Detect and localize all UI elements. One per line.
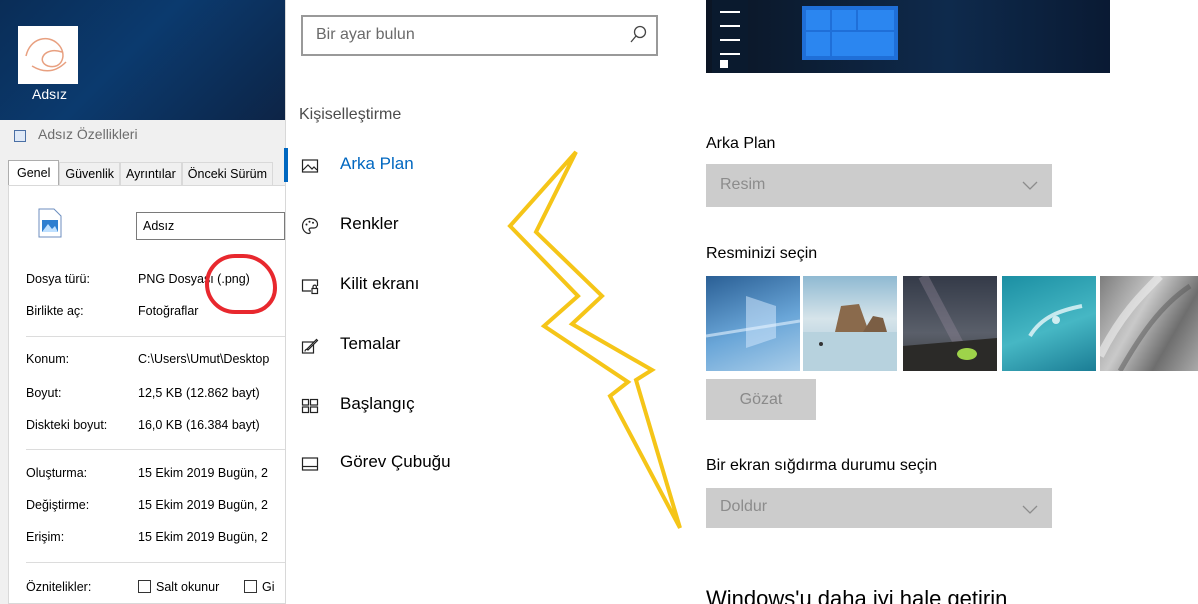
desktop-file-icon[interactable]: [18, 26, 78, 84]
checkbox-box[interactable]: [138, 580, 151, 593]
lightning-annotation: [500, 150, 690, 535]
row-value: 15 Ekim 2019 Bugün, 2: [138, 530, 268, 544]
row-value: 12,5 KB (12.862 bayt): [138, 386, 260, 400]
readonly-checkbox[interactable]: Salt okunur: [138, 580, 219, 594]
fit-label: Bir ekran sığdırma durumu seçin: [706, 457, 938, 474]
image-file-icon: [38, 208, 62, 238]
nav-item-label: Renkler: [340, 214, 399, 233]
dialog-title-icon: [14, 130, 26, 142]
dialog-tabs: Genel Güvenlik Ayrıntılar Önceki Sürüm: [8, 160, 273, 186]
row-value: 15 Ekim 2019 Bugün, 2: [138, 466, 268, 480]
row-value: 16,0 KB (16.384 bayt): [138, 418, 260, 432]
tab-previous-versions[interactable]: Önceki Sürüm: [181, 162, 273, 186]
nav-item-label: Kilit ekranı: [340, 274, 420, 293]
row-label: Oluşturma:: [26, 466, 88, 480]
attributes-label: Öznitelikler:: [26, 580, 92, 594]
picture-icon: [301, 157, 319, 175]
lock-screen-icon: [301, 277, 319, 295]
wallpaper-thumbnail[interactable]: [1096, 273, 1198, 373]
row-label: Değiştirme:: [26, 498, 90, 512]
taskbar-icon: [301, 455, 319, 473]
dialog-title: Adsız Özellikleri: [38, 126, 138, 142]
checkbox-box[interactable]: [244, 580, 257, 593]
nav-item-label: Başlangıç: [340, 394, 415, 413]
red-annotation-circle: [205, 254, 277, 314]
row-value: C:\Users\Umut\Desktop: [138, 352, 270, 366]
tab-general[interactable]: Genel: [8, 160, 60, 186]
row-label: Konum:: [26, 352, 70, 366]
divider: [26, 562, 285, 563]
row-label: Dosya türü:: [26, 272, 90, 286]
nav-item-label: Arka Plan: [340, 154, 414, 173]
divider: [26, 336, 285, 337]
desktop-preview: [706, 0, 1110, 73]
start-icon: [301, 397, 319, 415]
fit-value: Doldur: [720, 498, 768, 515]
wallpaper-thumbnail[interactable]: [705, 276, 801, 371]
row-label: Erişim:: [26, 530, 65, 544]
section-title: Kişiselleştirme: [299, 106, 402, 123]
chevron-down-icon: [1022, 178, 1038, 190]
readonly-label: Salt okunur: [156, 580, 220, 594]
tab-details[interactable]: Ayrıntılar: [120, 162, 182, 186]
tab-security[interactable]: Güvenlik: [59, 162, 120, 186]
chevron-down-icon: [1022, 502, 1038, 514]
browse-button[interactable]: Gözat: [706, 379, 816, 420]
file-name-field[interactable]: Adsız: [136, 212, 285, 240]
divider: [26, 449, 285, 450]
improve-windows-heading: Windows'u daha iyi hale getirin: [706, 586, 1008, 604]
row-label: Diskteki boyut:: [26, 418, 108, 432]
row-value: Fotoğraflar: [138, 304, 199, 318]
wallpaper-thumbnail[interactable]: [903, 273, 997, 374]
row-label: Boyut:: [26, 386, 62, 400]
nav-item-label: Temalar: [340, 334, 401, 353]
search-placeholder: Bir ayar bulun: [316, 26, 415, 43]
palette-icon: [301, 217, 319, 235]
wallpaper-thumbnail[interactable]: [803, 276, 897, 371]
screenshot: Adsız Adsız Özellikleri Genel Güvenlik A…: [0, 0, 1198, 604]
row-value: 15 Ekim 2019 Bugün, 2: [138, 498, 268, 512]
nav-item-label: Görev Çubuğu: [340, 452, 451, 471]
brush-icon: [301, 337, 319, 355]
desktop-icon-label: Adsız: [32, 86, 68, 102]
background-label: Arka Plan: [706, 135, 776, 152]
search-icon[interactable]: [628, 24, 648, 46]
background-type-value: Resim: [720, 176, 766, 193]
choose-picture-label: Resminizi seçin: [706, 245, 818, 262]
hidden-checkbox[interactable]: Gi: [244, 580, 275, 594]
row-label: Birlikte aç:: [26, 304, 84, 318]
hidden-label: Gi: [262, 580, 275, 594]
wallpaper-thumbnail[interactable]: [1002, 276, 1096, 371]
